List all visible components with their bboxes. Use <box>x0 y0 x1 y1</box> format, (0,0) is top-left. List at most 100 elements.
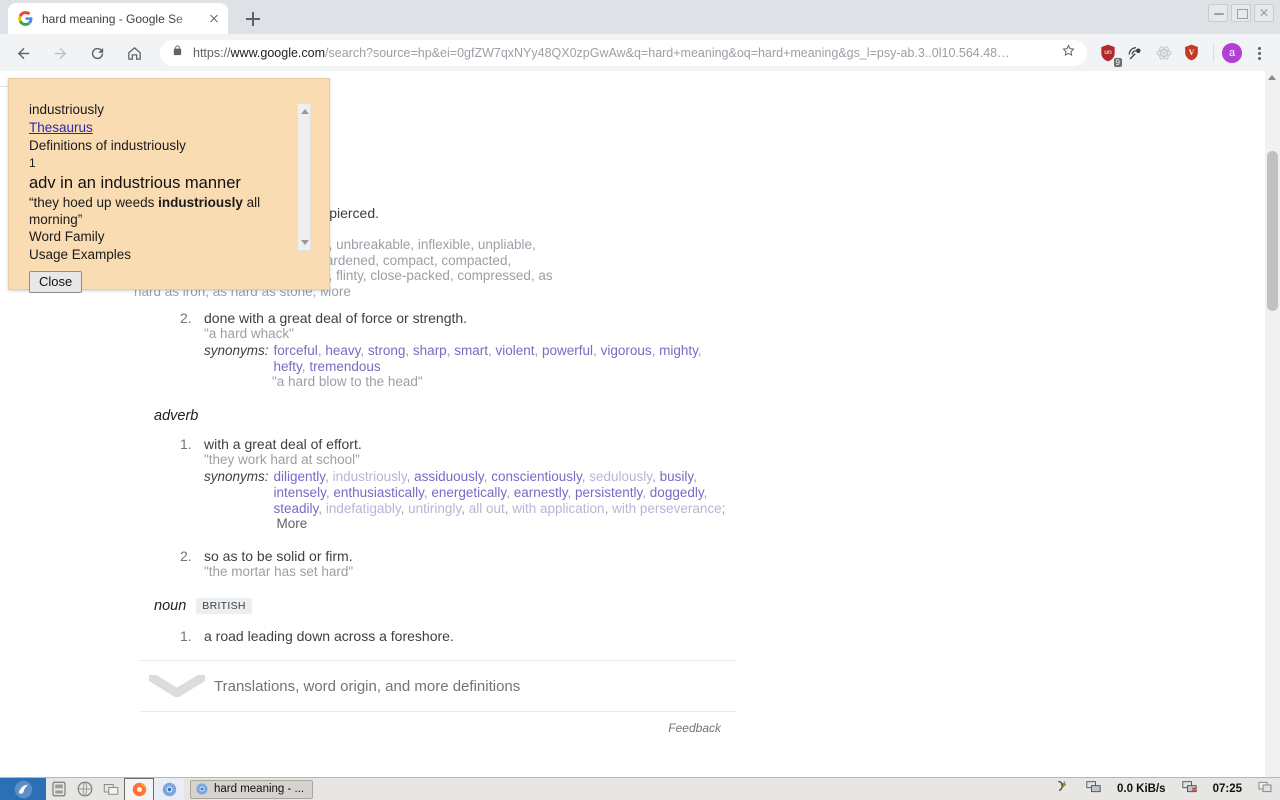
synonyms-list[interactable]: diligently, industriously, assiduously, … <box>274 469 737 532</box>
new-tab-button[interactable] <box>240 8 266 30</box>
translations-label: Translations, word origin, and more defi… <box>214 677 521 695</box>
scrollbar-thumb[interactable] <box>1267 151 1278 311</box>
windows-overview-icon[interactable] <box>98 778 124 800</box>
profile-avatar[interactable]: a <box>1222 42 1242 63</box>
scroll-down-arrow-icon[interactable] <box>301 240 309 245</box>
synonym-link[interactable]: industriously <box>333 469 407 484</box>
feedback-link[interactable]: Feedback <box>140 712 737 735</box>
url-path: /search?source=hp&ei=0gfZW7qxNYy48QX0zpG… <box>325 45 1010 60</box>
address-bar-text: https://www.google.com/search?source=hp&… <box>193 46 1055 60</box>
kebab-menu-icon[interactable] <box>1248 40 1270 66</box>
start-menu-icon[interactable] <box>0 777 46 800</box>
satellite-dish-icon[interactable] <box>1123 40 1149 66</box>
sense-number: 2. <box>180 548 192 565</box>
forward-arrow-icon[interactable] <box>46 39 74 67</box>
part-of-speech-label: adverb <box>154 408 199 425</box>
synonym-link[interactable]: diligently <box>274 469 326 484</box>
popup-sense-number: 1 <box>29 156 36 170</box>
popup-word: industriously <box>29 102 105 117</box>
synonym-link[interactable]: with application <box>512 501 604 516</box>
reload-icon[interactable] <box>83 39 111 67</box>
synonym-link[interactable]: hefty <box>274 359 302 374</box>
synonym-link[interactable]: smart <box>454 343 488 358</box>
definition-text: a road leading down across a foreshore. <box>204 628 454 645</box>
tab-title: hard meaning - Google Se <box>42 11 183 26</box>
scrollbar-up-arrow-icon[interactable] <box>1268 75 1276 80</box>
file-manager-icon[interactable] <box>46 778 72 800</box>
synonym-link[interactable]: conscientiously <box>491 469 582 484</box>
tab-close-icon[interactable] <box>206 11 222 27</box>
synonym-link[interactable]: all out <box>469 501 505 516</box>
taskbar-window-button[interactable]: hard meaning - ... <box>190 779 314 799</box>
synonym-link[interactable]: enthusiastically <box>333 485 424 500</box>
synonyms-label: synonyms: <box>204 342 269 358</box>
vimium-shield-icon[interactable]: V <box>1179 40 1205 66</box>
synonym-link[interactable]: strong <box>368 343 406 358</box>
system-tray: 0.0 KiB/s 07:25 <box>1053 779 1280 800</box>
browser-toolbar: https://www.google.com/search?source=hp&… <box>0 34 1280 71</box>
popup-usage-examples[interactable]: Usage Examples <box>29 246 314 264</box>
react-atom-icon[interactable] <box>1151 40 1177 66</box>
synonym-link[interactable]: assiduously <box>414 469 484 484</box>
network-disconnected-icon[interactable] <box>1180 779 1199 800</box>
page-scrollbar[interactable] <box>1265 71 1280 777</box>
firefox-icon[interactable] <box>124 777 154 800</box>
browser-tab[interactable]: hard meaning - Google Se <box>8 3 228 34</box>
scroll-up-arrow-icon[interactable] <box>301 109 309 114</box>
thesaurus-link[interactable]: Thesaurus <box>29 119 314 137</box>
popup-definitions-heading: Definitions of industriously <box>29 138 186 153</box>
chromium-icon[interactable] <box>154 777 184 800</box>
synonym-link[interactable]: doggedly <box>650 485 704 500</box>
part-of-speech-adverb: adverb <box>154 408 737 424</box>
synonym-link[interactable]: forceful <box>274 343 318 358</box>
window-minimize-button[interactable] <box>1208 4 1228 22</box>
part-of-speech-noun: noun BRITISH <box>154 598 737 615</box>
star-icon[interactable] <box>1061 43 1079 63</box>
window-maximize-button[interactable] <box>1231 4 1251 22</box>
synonym-link[interactable]: indefatigably <box>326 501 401 516</box>
popup-definition: adv in an industrious manner <box>29 174 241 192</box>
synonym-link[interactable]: powerful <box>542 343 593 358</box>
window-close-button[interactable]: ✕ <box>1254 4 1274 22</box>
address-bar[interactable]: https://www.google.com/search?source=hp&… <box>160 39 1087 66</box>
popup-content: industriously Thesaurus Definitions of i… <box>29 101 314 293</box>
synonyms-more-link[interactable]: More <box>277 516 308 531</box>
synonym-link[interactable]: with perseverance <box>612 501 722 516</box>
sense-number: 1. <box>180 436 192 453</box>
synonym-link[interactable]: violent <box>495 343 534 358</box>
popup-word-family[interactable]: Word Family <box>29 228 314 246</box>
synonym-link[interactable]: persistently <box>575 485 642 500</box>
synonym-link[interactable]: heavy <box>325 343 360 358</box>
synonym-link[interactable]: sedulously <box>589 469 652 484</box>
globe-help-icon[interactable] <box>72 778 98 800</box>
url-domain: www.google.com <box>230 45 326 60</box>
popup-scrollbar[interactable] <box>297 103 311 251</box>
translations-expander[interactable]: Translations, word origin, and more defi… <box>140 660 737 713</box>
synonym-link[interactable]: steadily <box>274 501 319 516</box>
usb-power-icon[interactable] <box>1053 779 1070 799</box>
synonym-link[interactable]: tremendous <box>309 359 380 374</box>
network-monitor-icon[interactable] <box>1084 779 1103 800</box>
synonym-link[interactable]: busily <box>660 469 694 484</box>
definition-example: "they work hard at school" <box>204 452 360 468</box>
svg-text:un: un <box>1104 48 1112 55</box>
ublock-origin-icon[interactable]: un 9 <box>1095 40 1122 67</box>
synonym-link[interactable]: mighty <box>659 343 698 358</box>
definition-popup[interactable]: industriously Thesaurus Definitions of i… <box>8 78 330 293</box>
synonym-link[interactable]: untiringly <box>408 501 461 516</box>
home-icon[interactable] <box>120 39 148 67</box>
svg-text:V: V <box>1189 47 1195 56</box>
synonym-link[interactable]: earnestly <box>514 485 568 500</box>
definition-text: done with a great deal of force or stren… <box>204 309 468 326</box>
workspace-switcher-icon[interactable] <box>1256 779 1274 800</box>
sense-number: 1. <box>180 628 192 645</box>
synonyms-list[interactable]: forceful, heavy, strong, sharp, smart, v… <box>274 343 737 374</box>
popup-close-button[interactable]: Close <box>29 271 83 293</box>
clock[interactable]: 07:25 <box>1213 783 1242 795</box>
synonym-link[interactable]: sharp <box>413 343 447 358</box>
synonym-link[interactable]: energetically <box>431 485 506 500</box>
synonym-link[interactable]: vigorous <box>601 343 652 358</box>
definition-text: so as to be solid or firm. <box>204 548 353 565</box>
synonym-link[interactable]: intensely <box>274 485 326 500</box>
back-arrow-icon[interactable] <box>9 39 37 67</box>
